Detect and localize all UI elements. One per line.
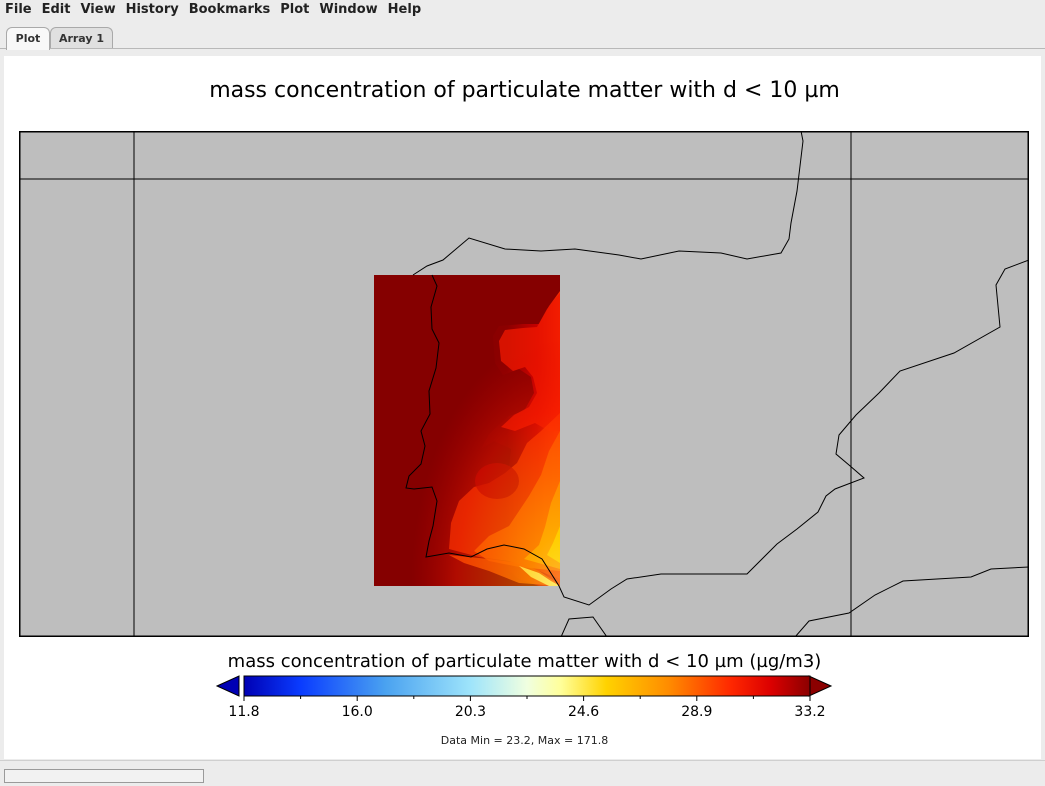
menu-file[interactable]: File bbox=[0, 0, 37, 20]
colorbar-tick-label: 28.9 bbox=[681, 704, 712, 720]
menu-bar: File Edit View History Bookmarks Plot Wi… bbox=[0, 0, 1045, 20]
colorbar-tick-label: 16.0 bbox=[342, 704, 373, 720]
tab-divider bbox=[0, 48, 1045, 49]
menu-history[interactable]: History bbox=[121, 0, 184, 20]
menu-bookmarks[interactable]: Bookmarks bbox=[184, 0, 276, 20]
colorbar-tick-label: 11.8 bbox=[228, 704, 259, 720]
progress-bar bbox=[4, 769, 204, 783]
data-field bbox=[374, 275, 560, 586]
colorbar-tick-label: 24.6 bbox=[568, 704, 599, 720]
colorbar: 11.8 16.0 20.3 24.6 28.9 33.2 bbox=[215, 675, 833, 720]
menu-window[interactable]: Window bbox=[314, 0, 382, 20]
colorbar-over-arrow bbox=[808, 675, 833, 697]
colorbar-tick-label: 20.3 bbox=[455, 704, 486, 720]
tab-array-1[interactable]: Array 1 bbox=[50, 27, 113, 49]
menu-edit[interactable]: Edit bbox=[37, 0, 76, 20]
tab-bar: Plot Array 1 bbox=[0, 20, 1045, 50]
menu-plot[interactable]: Plot bbox=[275, 0, 314, 20]
colorbar-title: mass concentration of particulate matter… bbox=[227, 651, 822, 672]
tab-plot[interactable]: Plot bbox=[6, 27, 50, 50]
menu-view[interactable]: View bbox=[75, 0, 120, 20]
colorbar-under-arrow bbox=[215, 675, 240, 697]
plot-title: mass concentration of particulate matter… bbox=[209, 78, 840, 103]
colorbar-gradient bbox=[243, 675, 811, 697]
plot-panel: mass concentration of particulate matter… bbox=[4, 56, 1041, 759]
map-plot[interactable] bbox=[19, 131, 1029, 637]
status-bar bbox=[0, 760, 1045, 786]
data-min-max: Data Min = 23.2, Max = 171.8 bbox=[440, 734, 609, 747]
colorbar-tick-label: 33.2 bbox=[794, 704, 825, 720]
menu-help[interactable]: Help bbox=[383, 0, 426, 20]
